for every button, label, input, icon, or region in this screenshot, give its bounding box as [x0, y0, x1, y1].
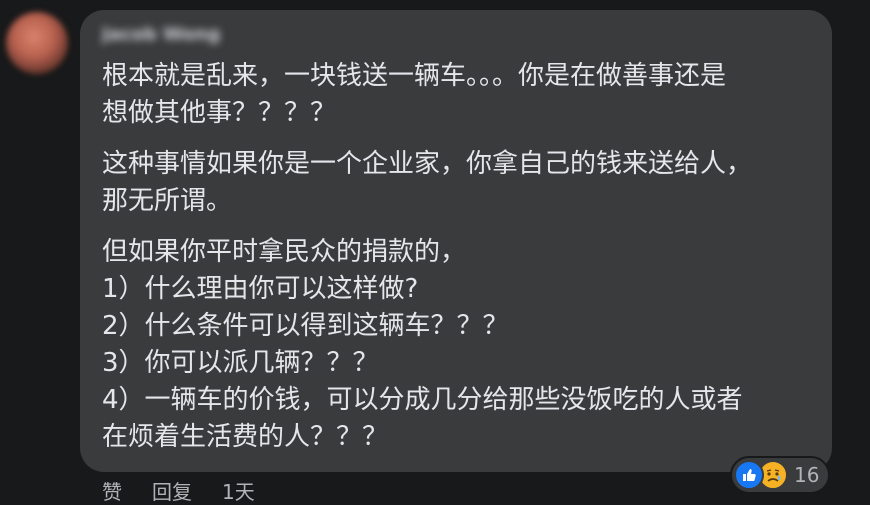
comment-line: 这种事情如果你是一个企业家，你拿自己的钱来送给人，	[102, 149, 753, 179]
reaction-count: 16	[794, 463, 820, 487]
comment-line: 那无所谓。	[102, 186, 233, 216]
comment-line: 1）什么理由你可以这样做?	[102, 274, 419, 304]
comment-bubble: Jacob Wong 根本就是乱来，一块钱送一辆车。。。你是在做善事还是 想做其…	[80, 10, 832, 472]
comment-line: 想做其他事？？？？	[102, 98, 337, 128]
like-button[interactable]: 赞	[102, 476, 122, 505]
comment-line: 4）一辆车的价钱，可以分成几分给那些没饭吃的人或者	[102, 385, 743, 415]
comment-body: 根本就是乱来，一块钱送一辆车。。。你是在做善事还是 想做其他事？？？？ 这种事情…	[102, 58, 822, 456]
comment-author-name[interactable]: Jacob Wong	[102, 24, 312, 54]
comment-line: 但如果你平时拿民众的捐款的，	[102, 237, 467, 267]
timestamp[interactable]: 1天	[222, 476, 255, 505]
reactions-summary[interactable]: 16	[730, 456, 830, 494]
comment-line: 根本就是乱来，一块钱送一辆车。。。你是在做善事还是	[102, 61, 727, 91]
like-icon	[734, 460, 764, 490]
reply-button[interactable]: 回复	[152, 476, 192, 505]
comment-line: 3）你可以派几辆？？？	[102, 348, 379, 378]
comment-line: 在烦着生活费的人？？？	[102, 422, 389, 452]
comment-line: 2）什么条件可以得到这辆车？？？	[102, 311, 509, 341]
comment-actions: 赞 回复 1天	[102, 476, 285, 505]
avatar[interactable]	[6, 12, 68, 74]
comment-thread: Jacob Wong 根本就是乱来，一块钱送一辆车。。。你是在做善事还是 想做其…	[0, 0, 870, 505]
